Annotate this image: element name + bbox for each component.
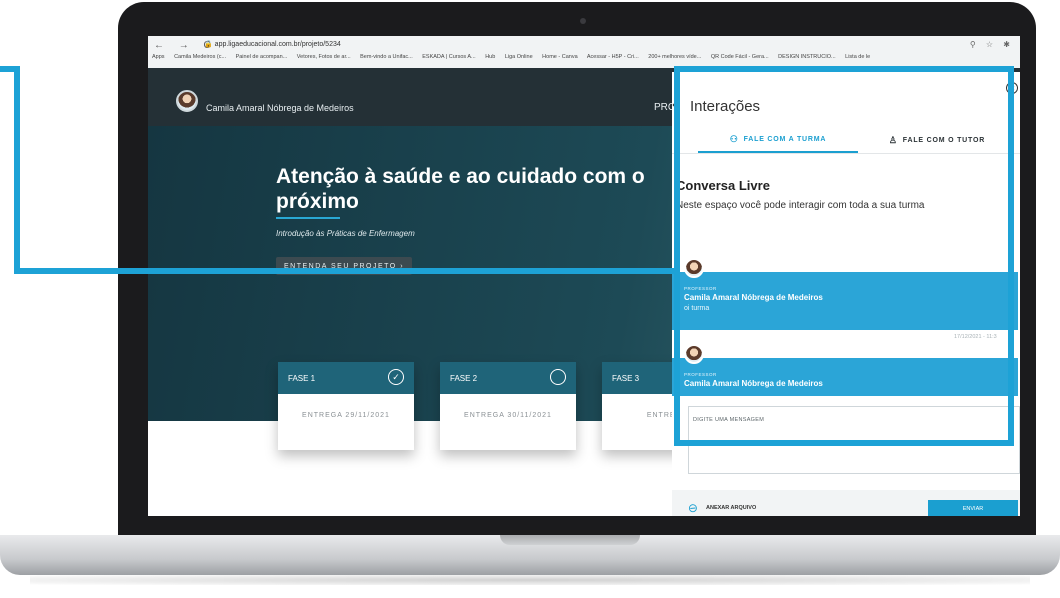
bookmark-item[interactable]: ESKADA | Cursos A...	[422, 54, 475, 60]
bookmark-item[interactable]: Painel de acompan...	[236, 54, 288, 60]
callout-line	[14, 268, 678, 274]
bookmark-item[interactable]: 200+ melhores víde...	[648, 54, 701, 60]
send-button[interactable]: ENVIAR	[928, 500, 1018, 516]
callout-line	[14, 68, 20, 274]
project-subtitle: Introdução às Práticas de Enfermagem	[276, 229, 415, 238]
bookmark-item[interactable]: DESIGN INSTRUCIO...	[778, 54, 835, 60]
camera-dot	[580, 18, 586, 24]
bookmark-item[interactable]: QR Code Fácil - Gera...	[711, 54, 769, 60]
bookmark-item[interactable]: Lista de le	[845, 54, 870, 60]
user-avatar[interactable]	[176, 90, 198, 112]
browser-actions[interactable]: ⚲ ☆ ✱	[970, 40, 1014, 49]
url-text: app.ligaeducacional.com.br/projeto/5234	[214, 41, 341, 48]
phase-label: FASE 3	[612, 373, 640, 383]
browser-chrome: ← → C 🔒 app.ligaeducacional.com.br/proje…	[148, 36, 1020, 68]
bookmark-item[interactable]: Hub	[485, 54, 495, 60]
lock-icon: 🔒	[204, 41, 215, 48]
check-icon: ✓	[388, 369, 404, 385]
bookmark-item[interactable]: Home - Canva	[542, 54, 577, 60]
bookmark-item[interactable]: Camila Medeiros (c...	[174, 54, 226, 60]
laptop-notch	[500, 535, 640, 545]
phase-delivery: ENTREGA 30/11/2021	[464, 412, 552, 419]
phase-label: FASE 2	[450, 373, 478, 383]
title-underline	[276, 217, 340, 219]
bookmark-item[interactable]: Bem-vindo a Unifac...	[360, 54, 413, 60]
highlight-frame	[674, 66, 1014, 446]
bookmark-item[interactable]: Apps	[152, 54, 165, 60]
bookmark-item[interactable]: Liga Online	[505, 54, 533, 60]
project-title: Atenção à saúde e ao cuidado com o próxi…	[276, 165, 645, 213]
phase-label: FASE 1	[288, 373, 316, 383]
laptop-shadow	[30, 575, 1030, 585]
bookmark-item[interactable]: Acessar - H5P - Cri...	[587, 54, 639, 60]
attach-file-button[interactable]: ANEXAR ARQUIVO	[706, 505, 756, 511]
phase-card[interactable]: FASE 1 ✓ ENTREGA 29/11/2021	[278, 362, 414, 450]
phase-delivery: ENTREGA 29/11/2021	[302, 412, 390, 419]
circle-icon	[550, 369, 566, 385]
user-name: Camila Amaral Nóbrega de Medeiros	[206, 103, 354, 113]
bookmark-item[interactable]: Vetores, Fotos de ar...	[297, 54, 351, 60]
address-bar[interactable]: 🔒 app.ligaeducacional.com.br/projeto/523…	[204, 40, 341, 48]
phase-card[interactable]: FASE 2 ENTREGA 30/11/2021	[440, 362, 576, 450]
bookmarks-bar: Apps Camila Medeiros (c... Painel de aco…	[152, 54, 1018, 66]
